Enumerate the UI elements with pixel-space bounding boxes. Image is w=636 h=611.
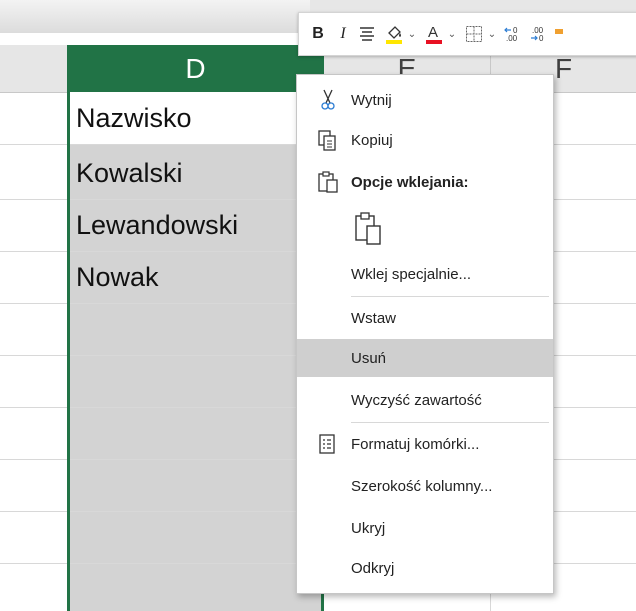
menu-item-delete[interactable]: Usuń: [297, 339, 553, 377]
menu-item-column-width[interactable]: Szerokość kolumny...: [297, 467, 553, 505]
cell-d1[interactable]: Nazwisko: [76, 92, 192, 144]
format-painter-icon[interactable]: [553, 21, 565, 47]
font-color-icon[interactable]: A: [423, 21, 445, 47]
menu-item-label: Wyczyść zawartość: [351, 391, 482, 409]
paste-icon[interactable]: [353, 211, 385, 247]
menu-item-unhide[interactable]: Odkryj: [297, 549, 553, 587]
menu-item-label: Wklej specjalnie...: [351, 265, 472, 283]
menu-item-hide[interactable]: Ukryj: [297, 509, 553, 547]
menu-item-label: Opcje wklejania:: [351, 173, 469, 191]
menu-item-paste-special[interactable]: Wklej specjalnie...: [297, 255, 553, 293]
cell-d4[interactable]: Nowak: [76, 251, 159, 303]
menu-item-format-cells[interactable]: Formatuj komórki...: [297, 425, 553, 463]
borders-icon[interactable]: [463, 21, 485, 47]
svg-text:A: A: [428, 24, 438, 41]
menu-item-label: Odkryj: [351, 559, 395, 577]
menu-item-copy[interactable]: Kopiuj: [297, 121, 553, 159]
clipboard-icon: [315, 169, 341, 195]
align-center-icon[interactable]: [357, 21, 377, 47]
scissors-icon: [315, 87, 341, 113]
column-header-c[interactable]: [0, 45, 67, 92]
svg-text:0: 0: [539, 34, 544, 43]
menu-item-label: Wstaw: [351, 309, 396, 327]
context-menu: Wytnij Kopiuj Opcje wklejania: Wklej spe…: [296, 74, 554, 594]
menu-item-label: Szerokość kolumny...: [351, 477, 493, 495]
mini-toolbar: B I ⌄ A ⌄ ⌄ 0 .00 .00 0: [298, 12, 636, 56]
menu-item-label: Ukryj: [351, 519, 386, 537]
format-cells-icon: [315, 431, 341, 457]
menu-item-clear-contents[interactable]: Wyczyść zawartość: [297, 381, 553, 419]
chevron-down-icon[interactable]: ⌄: [447, 21, 457, 47]
menu-separator: [351, 296, 549, 297]
fill-color-icon[interactable]: [383, 21, 405, 47]
menu-item-label: Usuń: [351, 349, 387, 367]
chevron-down-icon[interactable]: ⌄: [407, 21, 417, 47]
menu-item-label: Formatuj komórki...: [351, 435, 480, 453]
ribbon-shade: [0, 0, 310, 33]
spreadsheet-window: D E F Nazwisko Kowalski Lewandowski Nowa…: [0, 0, 636, 611]
paste-options-header: Opcje wklejania:: [297, 163, 553, 201]
menu-item-insert[interactable]: Wstaw: [297, 299, 553, 337]
column-header-d[interactable]: D: [67, 45, 324, 92]
decrease-decimal-icon[interactable]: .00 0: [529, 21, 551, 47]
cell-d3[interactable]: Lewandowski: [76, 199, 238, 251]
italic-button[interactable]: I: [335, 21, 351, 47]
menu-item-label: Kopiuj: [351, 131, 393, 149]
bold-button[interactable]: B: [309, 21, 327, 47]
selection-border-left: [67, 92, 70, 611]
menu-item-label: Wytnij: [351, 91, 392, 109]
chevron-down-icon[interactable]: ⌄: [487, 21, 497, 47]
cell-d2[interactable]: Kowalski: [76, 147, 183, 199]
menu-item-cut[interactable]: Wytnij: [297, 81, 553, 119]
menu-separator: [351, 422, 549, 423]
svg-text:.00: .00: [506, 34, 518, 43]
copy-icon: [315, 127, 341, 153]
increase-decimal-icon[interactable]: 0 .00: [503, 21, 525, 47]
